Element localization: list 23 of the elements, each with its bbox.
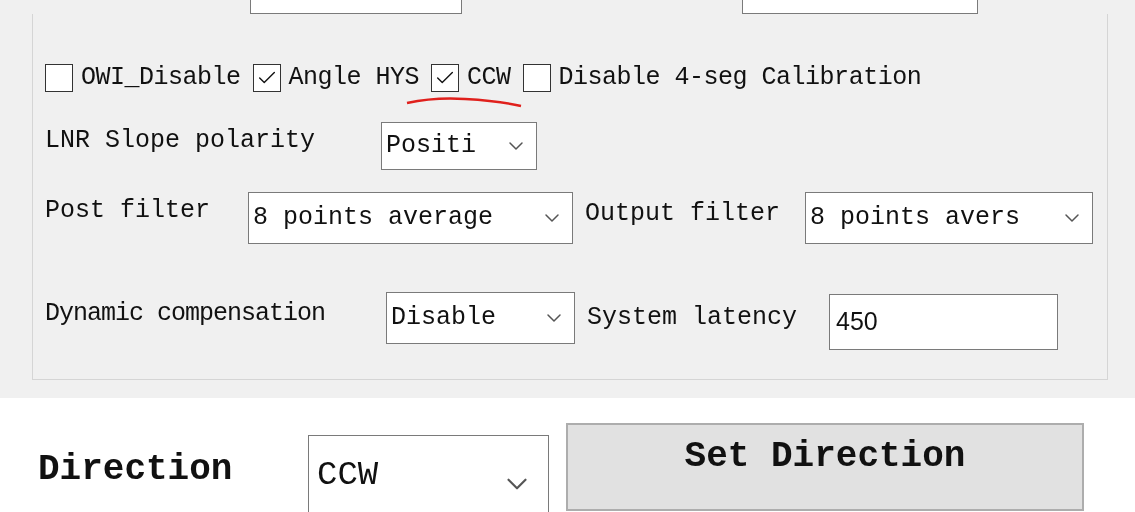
dropdown[interactable]: 8 points average <box>248 192 573 244</box>
set-direction-button[interactable]: Set Direction <box>566 423 1084 511</box>
dropdown[interactable]: Positi <box>381 122 537 170</box>
checkbox-label: Disable 4-seg Calibration <box>558 62 922 95</box>
field-label: Direction <box>38 448 234 492</box>
dropdown[interactable]: Disable <box>386 292 575 344</box>
field-label: Output filter <box>585 198 782 231</box>
input-field[interactable] <box>742 0 978 14</box>
checkbox-label: CCW <box>467 62 511 95</box>
checkbox[interactable] <box>431 64 460 92</box>
input-field[interactable] <box>250 0 462 14</box>
checkbox[interactable] <box>252 64 281 92</box>
checkbox-label: Angle HYS <box>288 62 420 95</box>
checkbox[interactable] <box>45 64 73 92</box>
field-label: Dynamic compensation <box>45 298 327 331</box>
input-field[interactable]: 450 <box>829 294 1058 350</box>
dropdown[interactable]: 8 points avers <box>805 192 1093 244</box>
dropdown[interactable]: CCW <box>308 435 549 512</box>
checkbox[interactable] <box>522 64 551 92</box>
field-label: Post filter <box>45 195 212 228</box>
checkbox-label: OWI_Disable <box>81 62 241 95</box>
field-label: LNR Slope polarity <box>45 125 317 158</box>
field-label: System latency <box>587 302 799 335</box>
